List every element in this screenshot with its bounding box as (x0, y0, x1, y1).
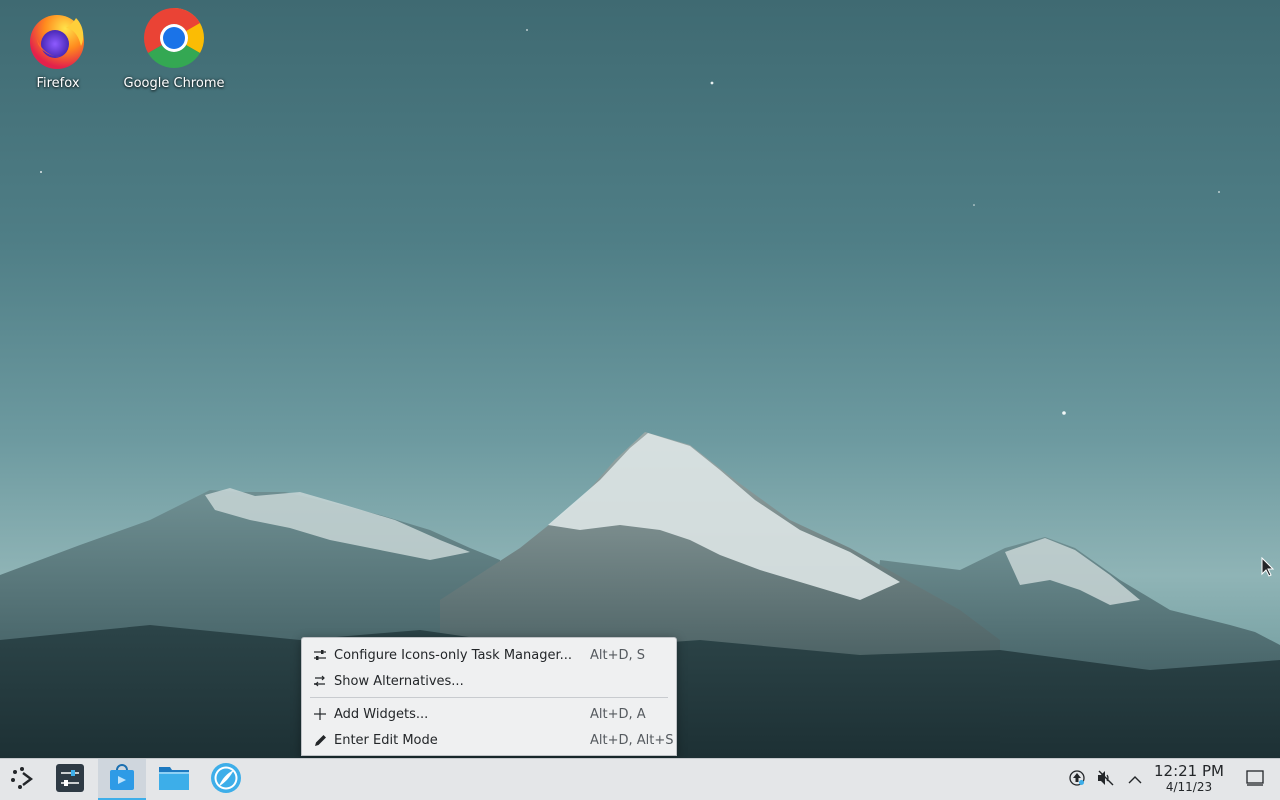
desktop-icon-google-chrome[interactable]: Google Chrome (119, 6, 229, 91)
digital-clock[interactable]: 12:21 PM 4/11/23 (1150, 762, 1228, 795)
mouse-cursor-icon (1261, 556, 1275, 581)
desktop-icon-firefox[interactable]: Firefox (3, 6, 113, 91)
tray-volume[interactable] (1093, 759, 1119, 800)
chevron-up-icon (1128, 770, 1142, 789)
browser-icon (210, 762, 242, 798)
menu-item-shortcut: Alt+D, Alt+S (590, 732, 674, 748)
alternatives-icon (312, 673, 328, 689)
show-desktop-button[interactable] (1240, 759, 1270, 800)
firefox-icon (26, 6, 90, 70)
menu-item-enter-edit-mode[interactable]: Enter Edit Mode Alt+D, Alt+S (302, 727, 676, 753)
task-web-browser[interactable] (202, 759, 250, 800)
volume-muted-icon (1097, 770, 1115, 790)
desktop-icon-label: Google Chrome (123, 76, 225, 91)
settings-icon (55, 763, 85, 797)
menu-item-configure-task-manager[interactable]: Configure Icons-only Task Manager... Alt… (302, 642, 676, 668)
tray-updates[interactable] (1064, 759, 1090, 800)
show-desktop-icon (1246, 769, 1264, 790)
menu-item-label: Show Alternatives... (334, 673, 464, 689)
menu-item-add-widgets[interactable]: Add Widgets... Alt+D, A (302, 701, 676, 727)
menu-separator (310, 697, 668, 698)
pencil-icon (312, 732, 328, 748)
menu-item-label: Configure Icons-only Task Manager... (334, 647, 573, 663)
chrome-icon (142, 6, 206, 70)
tray-expand-button[interactable] (1122, 759, 1148, 800)
taskbar-panel: 12:21 PM 4/11/23 (0, 758, 1280, 800)
clock-time: 12:21 PM (1154, 762, 1224, 780)
taskbar-context-menu: Configure Icons-only Task Manager... Alt… (301, 637, 677, 756)
configure-icon (312, 647, 328, 663)
folder-icon (158, 764, 190, 796)
desktop-icon-label: Firefox (36, 76, 80, 91)
menu-item-show-alternatives[interactable]: Show Alternatives... (302, 668, 676, 694)
application-launcher-button[interactable] (0, 759, 44, 800)
menu-item-shortcut: Alt+D, A (590, 706, 646, 722)
clock-date: 4/11/23 (1165, 780, 1213, 794)
application-launcher-icon (9, 766, 35, 794)
task-file-manager[interactable] (150, 759, 198, 800)
menu-item-label: Add Widgets... (334, 706, 429, 722)
plus-icon (312, 706, 328, 722)
task-system-settings[interactable] (46, 759, 94, 800)
updates-icon (1069, 769, 1085, 790)
menu-item-label: Enter Edit Mode (334, 732, 438, 748)
discover-icon (108, 762, 136, 796)
task-discover[interactable] (98, 759, 146, 800)
menu-item-shortcut: Alt+D, S (590, 647, 646, 663)
